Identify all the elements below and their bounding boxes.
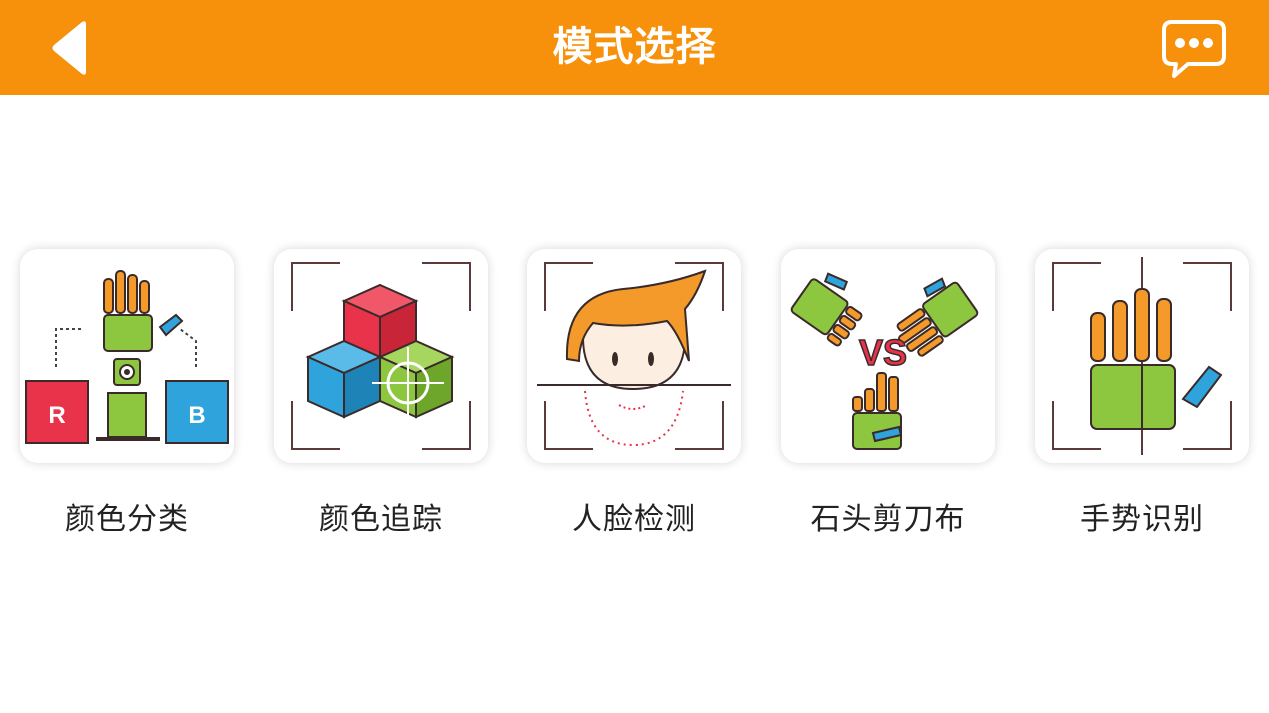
rock-paper-scissors-icon: VS [790,272,979,450]
mode-card-color-tracking[interactable] [274,249,488,463]
color-sort-icon: R B [25,270,229,444]
chat-bubble-icon [1162,20,1226,78]
color-tracking-icon [291,262,471,450]
mode-label-gesture-recognition: 手势识别 [1080,502,1204,537]
mode-card-rock-paper-scissors[interactable]: VS [781,249,995,463]
page-title: 模式选择 [552,24,717,70]
face-detection-icon [537,262,731,450]
block-b-label: B [188,402,205,429]
gesture-recognition-icon [1052,257,1232,455]
mode-label-color-sort: 颜色分类 [65,502,189,537]
mode-card-face-detection[interactable] [527,249,741,463]
mode-card-gesture-recognition[interactable] [1035,249,1249,463]
top-app-bar: 模式选择 [0,0,1269,95]
vs-text: VS [859,332,907,373]
mode-label-face-detection: 人脸检测 [572,502,696,537]
mode-label-color-tracking: 颜色追踪 [319,502,443,537]
mode-label-rock-paper-scissors: 石头剪刀布 [810,502,966,537]
block-r-label: R [48,402,65,429]
message-button[interactable] [1158,16,1230,80]
mode-card-color-sort[interactable]: R B [20,249,234,463]
